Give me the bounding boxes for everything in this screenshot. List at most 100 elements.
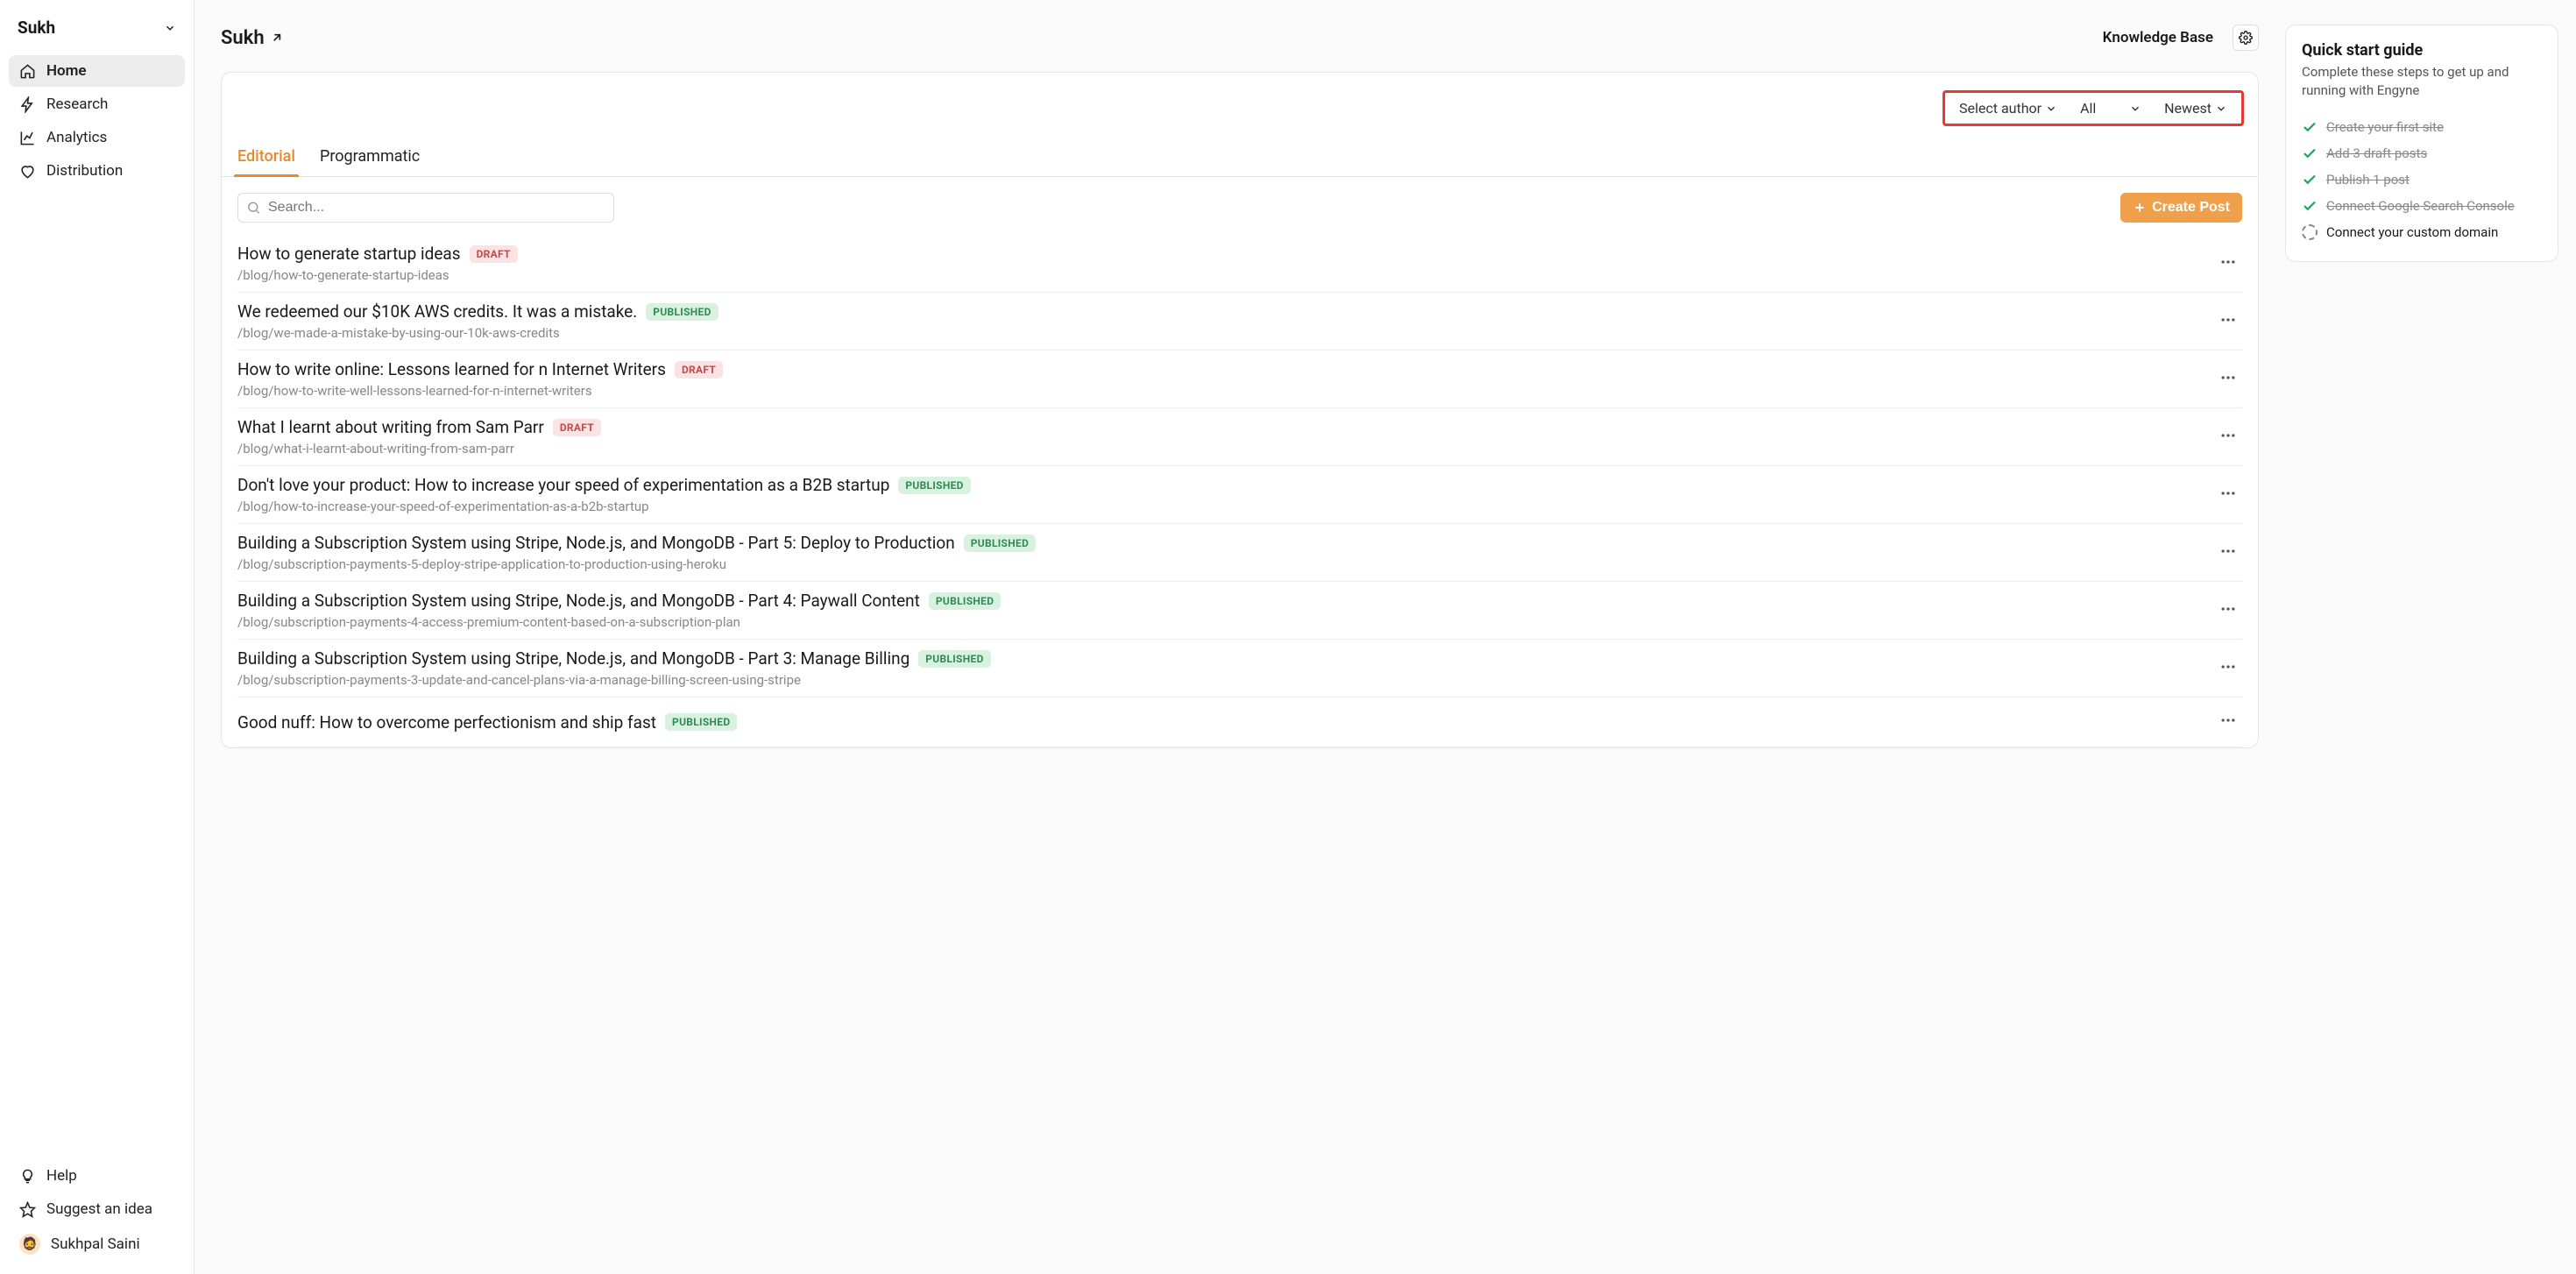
chevron-down-icon [164,22,176,34]
site-title-link[interactable]: Sukh [221,27,284,49]
post-actions [2214,537,2242,569]
lightbulb-icon [19,1168,36,1185]
guide-item[interactable]: Connect Google Search Console [2302,193,2542,219]
post-slug: /blog/we-made-a-mistake-by-using-our-10k… [237,325,2200,341]
post-row[interactable]: Building a Subscription System using Str… [237,640,2242,697]
post-row[interactable]: Don't love your product: How to increase… [237,466,2242,524]
more-icon [2219,542,2237,560]
create-post-button[interactable]: Create Post [2120,193,2242,223]
tab-editorial[interactable]: Editorial [237,142,295,176]
star-icon [19,1201,36,1218]
more-button[interactable] [2214,364,2242,395]
chart-icon [19,130,36,146]
sidebar-footer: Help Suggest an idea 🧔 Sukhpal Saini [9,1160,185,1262]
post-row[interactable]: How to generate startup ideas DRAFT/blog/… [237,235,2242,293]
check-icon [2302,172,2318,188]
search-wrap [237,193,614,223]
footer-user[interactable]: 🧔 Sukhpal Saini [9,1227,185,1262]
guide-item[interactable]: Publish 1 post [2302,166,2542,193]
footer-help[interactable]: Help [9,1160,185,1192]
post-info: Building a Subscription System using Str… [237,648,2200,688]
status-badge: DRAFT [470,245,518,263]
more-button[interactable] [2214,306,2242,337]
status-badge: PUBLISHED [646,303,718,321]
guide-item-label: Add 3 draft posts [2326,145,2427,161]
more-icon [2219,369,2237,386]
more-button[interactable] [2214,479,2242,511]
guide-item[interactable]: Connect your custom domain [2302,219,2542,245]
status-select[interactable]: All [2071,96,2150,120]
post-row[interactable]: Building a Subscription System using Str… [237,582,2242,640]
guide-list: Create your first site Add 3 draft posts P… [2302,114,2542,245]
nav-item-research[interactable]: Research [9,88,185,120]
search-icon [246,201,261,216]
author-select[interactable]: Select author [1950,96,2066,120]
more-icon [2219,427,2237,444]
post-actions [2214,706,2242,738]
status-badge: PUBLISHED [665,713,737,731]
sort-select[interactable]: Newest [2155,96,2236,120]
post-info: How to write online: Lessons learned for… [237,359,2200,399]
heart-icon [19,163,36,180]
guide-item-label: Create your first site [2326,119,2444,135]
nav-item-distribution[interactable]: Distribution [9,155,185,187]
nav-item-home[interactable]: Home [9,55,185,87]
more-button[interactable] [2214,421,2242,453]
select-label: Newest [2164,100,2212,117]
more-button[interactable] [2214,595,2242,626]
nav-item-analytics[interactable]: Analytics [9,122,185,153]
post-row[interactable]: We redeemed our $10K AWS credits. It was… [237,293,2242,350]
post-row[interactable]: What I learnt about writing from Sam Par… [237,408,2242,466]
more-icon [2219,658,2237,676]
post-actions [2214,421,2242,453]
posts-card: Select author All Newest [221,72,2259,748]
filters-bar: Select author All Newest [222,90,2258,135]
main: Sukh Knowledge Base Select author [195,0,2576,1274]
search-input[interactable] [237,193,614,223]
post-slug: /blog/how-to-write-well-lessons-learned-… [237,383,2200,399]
sidebar: Sukh Home Research Analytics Distributio… [0,0,195,1274]
home-icon [19,63,36,80]
more-button[interactable] [2214,653,2242,684]
footer-label: Suggest an idea [46,1200,152,1218]
settings-button[interactable] [2233,25,2259,51]
status-badge: PUBLISHED [898,477,970,494]
post-row[interactable]: How to write online: Lessons learned for… [237,350,2242,408]
post-slug: /blog/subscription-payments-3-update-and… [237,672,2200,688]
tab-programmatic[interactable]: Programmatic [320,142,420,176]
list-toolbar: Create Post [222,177,2258,235]
bolt-icon [19,96,36,113]
post-slug: /blog/subscription-payments-5-deploy-str… [237,556,2200,572]
more-button[interactable] [2214,706,2242,738]
workspace-switcher[interactable]: Sukh [9,12,185,43]
status-badge: PUBLISHED [929,592,1001,610]
footer-suggest[interactable]: Suggest an idea [9,1193,185,1225]
avatar: 🧔 [19,1234,40,1255]
more-icon [2219,311,2237,329]
page-header: Sukh Knowledge Base [221,25,2259,51]
post-slug: /blog/how-to-generate-startup-ideas [237,267,2200,283]
select-label: Select author [1959,100,2042,117]
guide-item[interactable]: Add 3 draft posts [2302,140,2542,166]
more-button[interactable] [2214,537,2242,569]
post-row[interactable]: Building a Subscription System using Str… [237,524,2242,582]
post-actions [2214,479,2242,511]
more-button[interactable] [2214,248,2242,280]
post-actions [2214,364,2242,395]
guide-item[interactable]: Create your first site [2302,114,2542,140]
post-actions [2214,653,2242,684]
post-title: How to write online: Lessons learned for… [237,359,666,379]
post-title: Good nuff: How to overcome perfectionism… [237,712,656,733]
circle-dashed-icon [2302,224,2318,240]
header-actions: Knowledge Base [2103,25,2259,51]
post-actions [2214,248,2242,280]
post-title: How to generate startup ideas [237,244,461,264]
tabs: Editorial Programmatic [222,142,2258,177]
post-row[interactable]: Good nuff: How to overcome perfectionism… [237,697,2242,747]
knowledge-base-link[interactable]: Knowledge Base [2103,29,2213,46]
external-link-icon [270,31,284,45]
check-icon [2302,145,2318,161]
user-name: Sukhpal Saini [51,1235,140,1253]
more-icon [2219,485,2237,502]
post-info: Good nuff: How to overcome perfectionism… [237,712,2200,733]
